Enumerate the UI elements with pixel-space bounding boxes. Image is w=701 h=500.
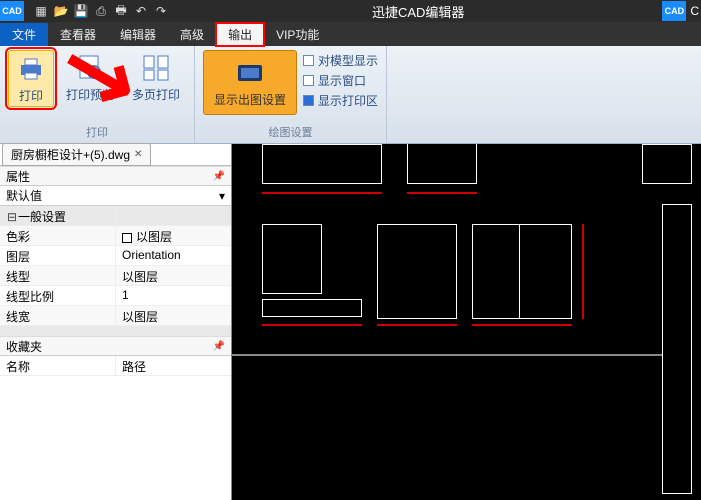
color-swatch-icon: [122, 233, 132, 243]
left-panel: 厨房橱柜设计+(5).dwg ✕ 属性 📌 默认值 ▾ ⊟一般设置 色彩以图层 …: [0, 144, 232, 500]
favorites-header: 收藏夹 📌: [0, 336, 231, 356]
drawing-canvas[interactable]: [232, 144, 701, 500]
ribbon-group-drawing: 显示出图设置 对模型显示 显示窗口 显示打印区 绘图设置: [195, 46, 387, 143]
favorites-title: 收藏夹: [6, 338, 42, 355]
save-icon[interactable]: 💾: [72, 2, 90, 20]
chevron-down-icon: ▾: [219, 189, 225, 203]
prop-row-linescale[interactable]: 线型比例1: [0, 286, 231, 306]
print-group-title: 打印: [86, 123, 108, 141]
menu-output[interactable]: 输出: [216, 23, 264, 46]
print-preview-button[interactable]: 打印预览: [60, 50, 120, 105]
opt-show-window[interactable]: 显示窗口: [303, 72, 378, 89]
title-right-text: C: [690, 4, 699, 18]
properties-title: 属性: [6, 168, 30, 185]
opt-show-printarea[interactable]: 显示打印区: [303, 92, 378, 109]
menu-advanced[interactable]: 高级: [168, 23, 216, 46]
undo-icon[interactable]: ↶: [132, 2, 150, 20]
prop-row-color[interactable]: 色彩以图层: [0, 226, 231, 246]
menu-bar: 文件 查看器 编辑器 高级 输出 VIP功能: [0, 22, 701, 46]
multipage-label: 多页打印: [132, 86, 180, 103]
pin-icon[interactable]: 📌: [213, 341, 225, 352]
favorites-body: [0, 376, 231, 500]
title-bar: CAD ▦ 📂 💾 ⎙ 🖶 ↶ ↷ 迅捷CAD编辑器 CAD C: [0, 0, 701, 22]
checkbox-icon: [303, 55, 314, 66]
new-icon[interactable]: ▦: [32, 2, 50, 20]
print-button[interactable]: 打印: [8, 50, 54, 107]
document-tabs: 厨房橱柜设计+(5).dwg ✕: [0, 144, 231, 166]
checkbox-icon: [303, 95, 314, 106]
content-area: 厨房橱柜设计+(5).dwg ✕ 属性 📌 默认值 ▾ ⊟一般设置 色彩以图层 …: [0, 144, 701, 500]
show-drawing-label: 显示出图设置: [214, 91, 286, 108]
menu-file[interactable]: 文件: [0, 23, 48, 46]
printer-icon: [15, 53, 47, 85]
open-icon[interactable]: 📂: [52, 2, 70, 20]
quick-toolbar: ▦ 📂 💾 ⎙ 🖶 ↶ ↷: [28, 2, 174, 20]
ribbon: 打印 打印预览 多页打印 打印 显示出图设置 对模型显示 显示窗口 显示打印区: [0, 46, 701, 144]
multipage-print-button[interactable]: 多页打印: [126, 50, 186, 105]
checkbox-icon: [303, 75, 314, 86]
redo-icon[interactable]: ↷: [152, 2, 170, 20]
default-dropdown[interactable]: 默认值 ▾: [0, 186, 231, 206]
show-drawing-settings-button[interactable]: 显示出图设置: [203, 50, 297, 115]
prop-row-linetype[interactable]: 线型以图层: [0, 266, 231, 286]
menu-vip[interactable]: VIP功能: [264, 23, 331, 46]
saveas-icon[interactable]: ⎙: [92, 2, 110, 20]
close-icon[interactable]: ✕: [134, 149, 142, 160]
menu-viewer[interactable]: 查看器: [48, 23, 108, 46]
pin-icon[interactable]: 📌: [213, 171, 225, 182]
document-tab[interactable]: 厨房橱柜设计+(5).dwg ✕: [2, 143, 151, 166]
drawing-options: 对模型显示 显示窗口 显示打印区: [303, 50, 378, 109]
general-settings-header[interactable]: ⊟一般设置: [0, 206, 231, 226]
prop-row-layer[interactable]: 图层Orientation: [0, 246, 231, 266]
app-logo-left: CAD: [0, 1, 24, 21]
preview-icon: [74, 52, 106, 84]
opt-model-display[interactable]: 对模型显示: [303, 52, 378, 69]
multipage-icon: [140, 52, 172, 84]
app-title: 迅捷CAD编辑器: [174, 2, 662, 21]
favorites-columns: 名称 路径: [0, 356, 231, 376]
ribbon-group-print: 打印 打印预览 多页打印 打印: [0, 46, 195, 143]
properties-header: 属性 📌: [0, 166, 231, 186]
collapse-icon: ⊟: [6, 210, 18, 224]
preview-label: 打印预览: [66, 86, 114, 103]
menu-editor[interactable]: 编辑器: [108, 23, 168, 46]
tab-label: 厨房橱柜设计+(5).dwg: [11, 146, 130, 163]
print-label: 打印: [19, 87, 43, 104]
prop-row-lineweight[interactable]: 线宽以图层: [0, 306, 231, 326]
print-icon[interactable]: 🖶: [112, 2, 130, 20]
drawing-group-title: 绘图设置: [269, 123, 313, 141]
show-drawing-icon: [234, 57, 266, 89]
app-logo-right: CAD: [662, 1, 686, 21]
